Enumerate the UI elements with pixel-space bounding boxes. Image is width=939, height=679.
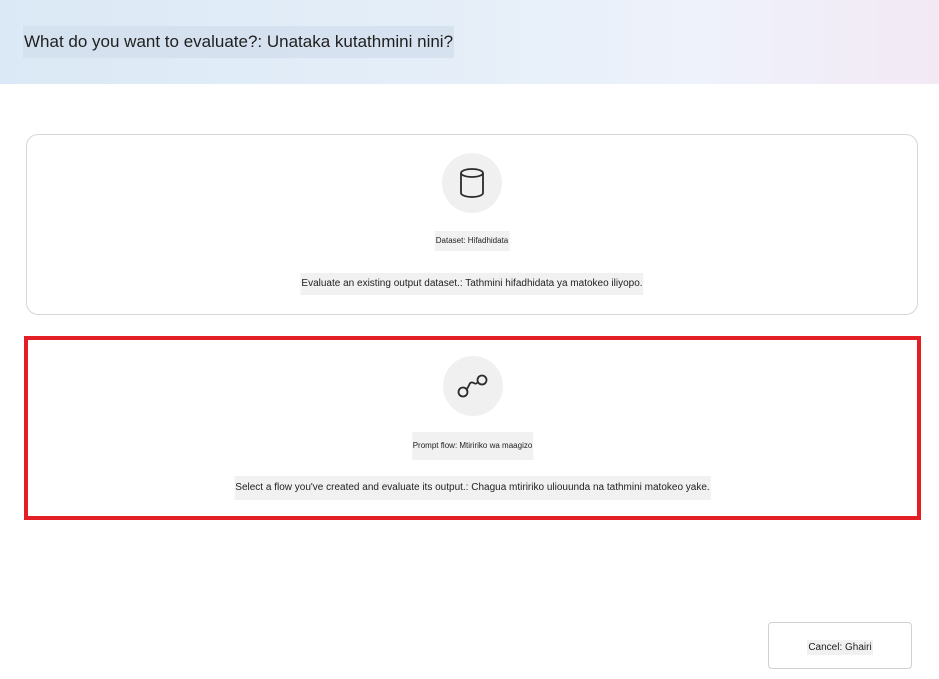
option-description-prompt-flow: Select a flow you've created and evaluat… [234,476,711,500]
cancel-button-label: Cancel: Ghairi [807,639,873,655]
database-icon [442,153,502,213]
option-card-dataset[interactable]: Dataset: Hifadhidata Evaluate an existin… [26,134,918,315]
option-title-dataset: Dataset: Hifadhidata [434,231,510,251]
flow-icon [442,356,503,416]
option-card-prompt-flow[interactable]: Prompt flow: Mtiririko wa maagizo Select… [24,336,921,520]
dialog-title: What do you want to evaluate?: Unataka k… [23,26,455,58]
dialog-header: What do you want to evaluate?: Unataka k… [0,0,939,84]
cancel-button[interactable]: Cancel: Ghairi [768,622,912,669]
option-description-dataset: Evaluate an existing output dataset.: Ta… [300,273,644,295]
option-title-prompt-flow: Prompt flow: Mtiririko wa maagizo [411,432,534,460]
